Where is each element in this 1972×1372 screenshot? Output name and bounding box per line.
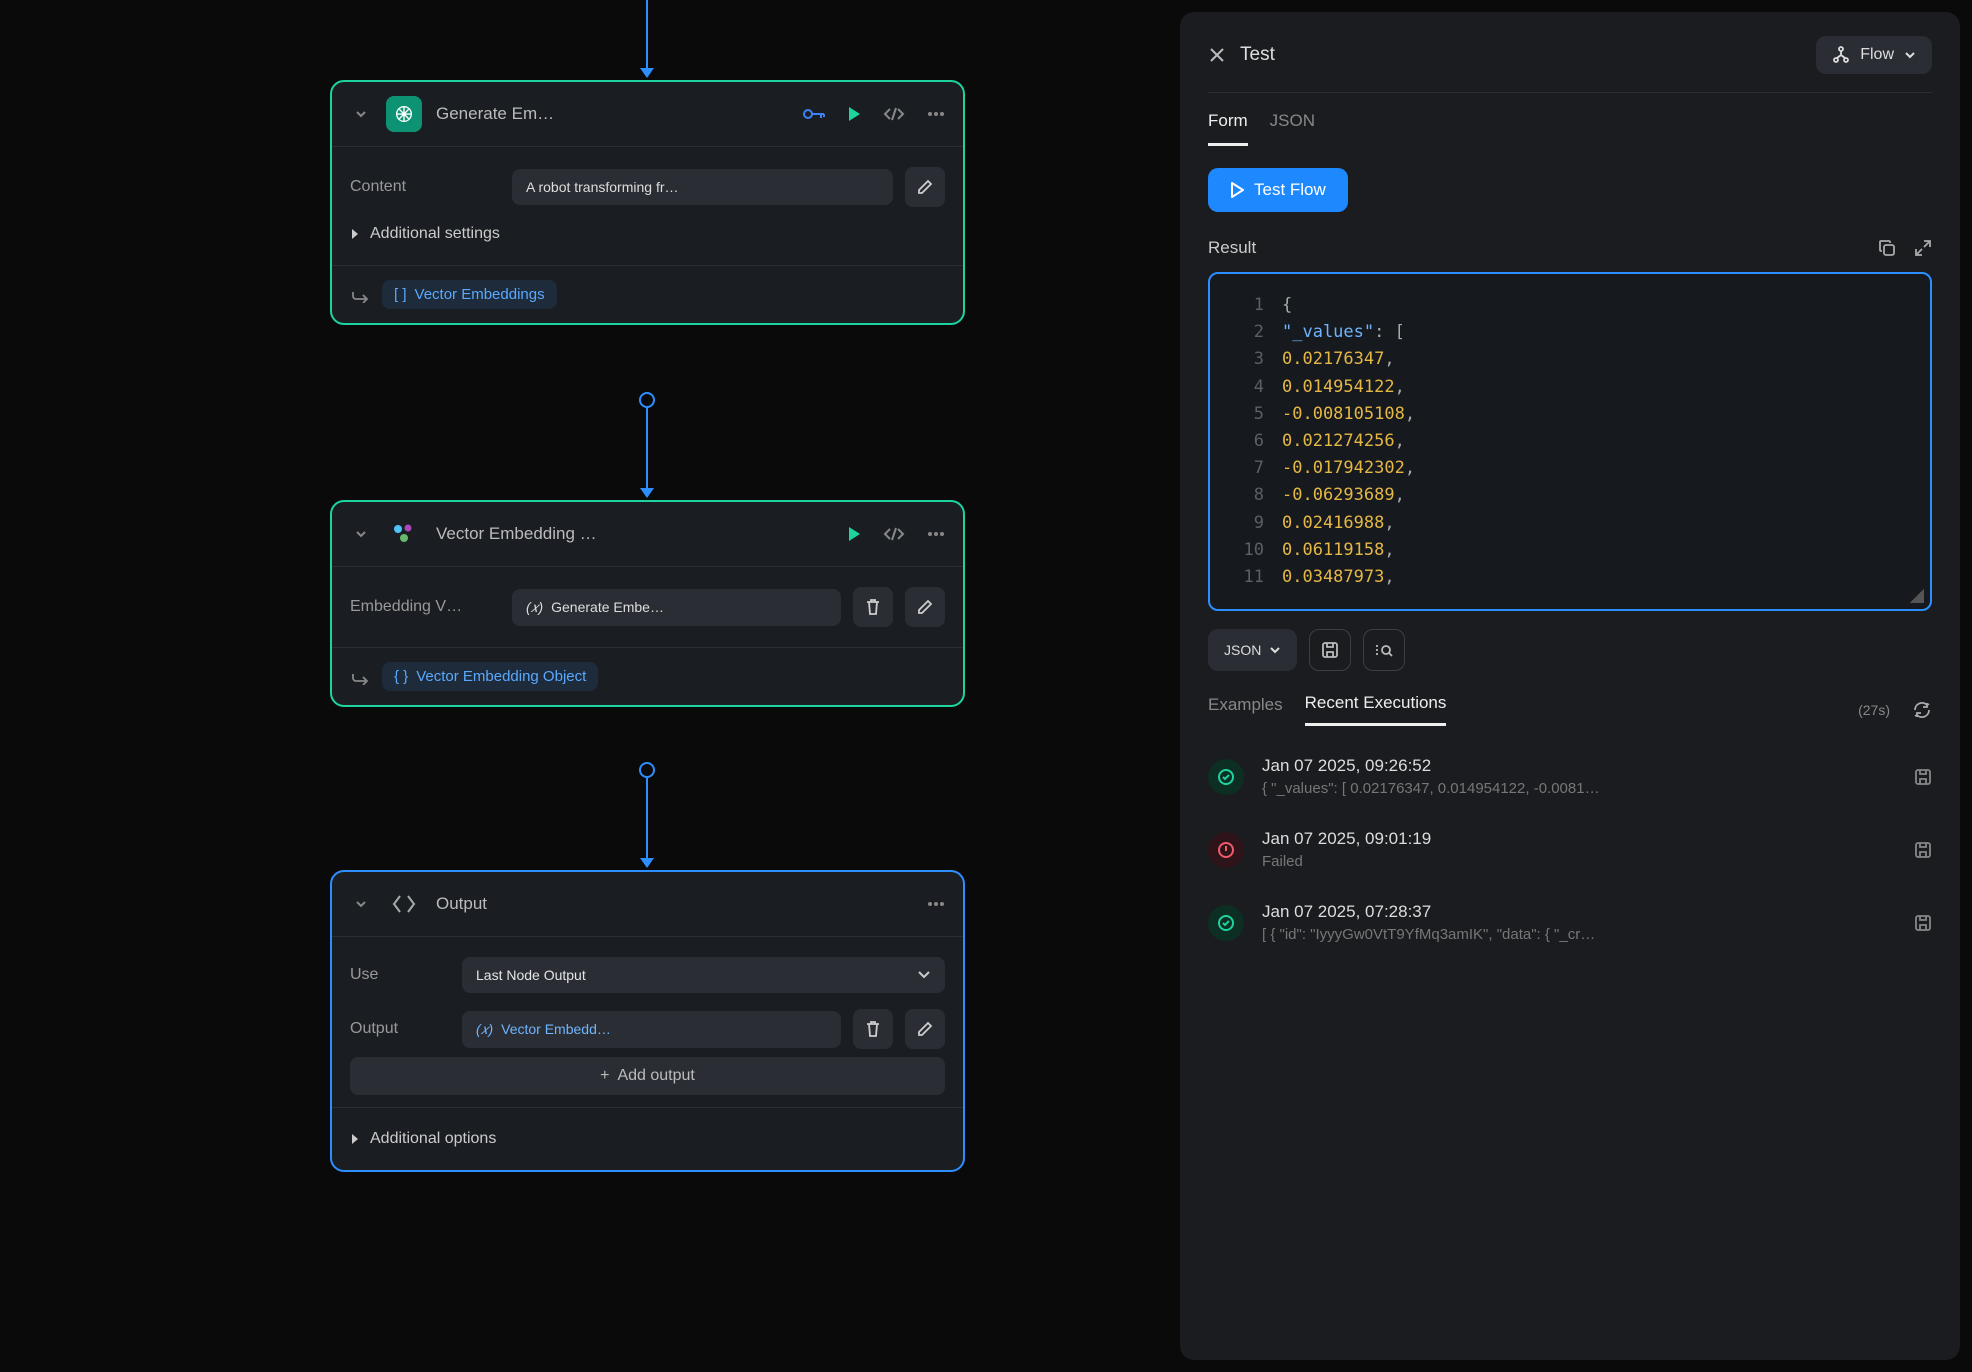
use-select[interactable]: Last Node Output: [462, 957, 945, 993]
output-badge[interactable]: [ ] Vector Embeddings: [382, 280, 557, 309]
edge: [646, 0, 648, 70]
subtab-examples[interactable]: Examples: [1208, 695, 1283, 725]
node-vector-embedding[interactable]: Vector Embedding … Embedding V… (𝑥) Gene…: [330, 500, 965, 707]
execution-item[interactable]: Jan 07 2025, 07:28:37 [ { "id": "IyyyGw0V…: [1208, 886, 1932, 959]
execution-preview: [ { "id": "IyyyGw0VtT9YfMq3amIK", "data"…: [1262, 926, 1896, 943]
caret-down-icon[interactable]: [350, 523, 372, 545]
node-generate-embeddings[interactable]: Generate Em… Content A robot transfor: [330, 80, 965, 325]
save-icon[interactable]: [1914, 768, 1932, 786]
chevron-down-icon: [1904, 50, 1916, 60]
execution-item[interactable]: Jan 07 2025, 09:01:19 Failed: [1208, 813, 1932, 886]
test-flow-button[interactable]: Test Flow: [1208, 168, 1348, 212]
return-icon: [350, 287, 370, 303]
more-icon[interactable]: [927, 111, 945, 117]
execution-preview: Failed: [1262, 853, 1896, 870]
search-code-icon[interactable]: [1363, 629, 1405, 671]
node-title: Vector Embedding …: [436, 524, 833, 544]
panel-title: Test: [1240, 44, 1275, 66]
node-output[interactable]: Output Use Last Node Output Output (𝑥) V…: [330, 870, 965, 1172]
age-label: (27s): [1858, 702, 1890, 718]
add-output-button[interactable]: +Add output: [350, 1057, 945, 1095]
caret-down-icon[interactable]: [350, 103, 372, 125]
edit-icon[interactable]: [905, 167, 945, 207]
output-handle[interactable]: [639, 762, 655, 778]
subtab-recent[interactable]: Recent Executions: [1305, 693, 1447, 726]
node-title: Output: [436, 894, 913, 914]
param-label: Embedding V…: [350, 598, 500, 616]
panel-tabs: Form JSON: [1208, 111, 1932, 146]
chevron-down-icon: [1269, 645, 1281, 655]
key-icon[interactable]: [803, 107, 825, 121]
output-handle[interactable]: [639, 392, 655, 408]
execution-item[interactable]: Jan 07 2025, 09:26:52 { "_values": [ 0.02…: [1208, 740, 1932, 813]
node-title: Generate Em…: [436, 104, 789, 124]
close-icon[interactable]: [1208, 46, 1226, 64]
refresh-icon[interactable]: [1912, 700, 1932, 720]
result-code[interactable]: 1{2 "_values": [3 0.02176347,4 0.0149541…: [1208, 272, 1932, 611]
tab-json[interactable]: JSON: [1270, 111, 1315, 146]
edge: [646, 408, 648, 490]
content-value[interactable]: A robot transforming fr…: [512, 169, 893, 205]
format-dropdown[interactable]: JSON: [1208, 629, 1297, 671]
play-icon: [1230, 182, 1244, 198]
test-panel: Test Flow Form JSON Test Flow Result 1{2…: [1180, 12, 1960, 1360]
edge: [646, 778, 648, 860]
more-icon[interactable]: [927, 531, 945, 537]
status-ok-icon: [1208, 905, 1244, 941]
weaviate-icon: [386, 516, 422, 552]
save-icon[interactable]: [1914, 914, 1932, 932]
output-badge[interactable]: { } Vector Embedding Object: [382, 662, 598, 691]
play-icon[interactable]: [847, 106, 861, 122]
edit-icon[interactable]: [905, 1009, 945, 1049]
delete-icon[interactable]: [853, 587, 893, 627]
additional-options-toggle[interactable]: Additional options: [350, 1120, 945, 1158]
save-icon[interactable]: [1309, 629, 1351, 671]
execution-list: Jan 07 2025, 09:26:52 { "_values": [ 0.02…: [1208, 740, 1932, 959]
status-fail-icon: [1208, 832, 1244, 868]
edit-icon[interactable]: [905, 587, 945, 627]
code-icon[interactable]: [883, 527, 905, 541]
output-icon: [386, 886, 422, 922]
return-icon: [350, 669, 370, 685]
code-icon[interactable]: [883, 107, 905, 121]
additional-settings-toggle[interactable]: Additional settings: [350, 215, 945, 253]
execution-timestamp: Jan 07 2025, 09:26:52: [1262, 756, 1896, 776]
execution-preview: { "_values": [ 0.02176347, 0.014954122, …: [1262, 780, 1896, 797]
save-icon[interactable]: [1914, 841, 1932, 859]
execution-timestamp: Jan 07 2025, 09:01:19: [1262, 829, 1896, 849]
openai-icon: [386, 96, 422, 132]
play-icon[interactable]: [847, 526, 861, 542]
flow-icon: [1832, 46, 1850, 64]
param-label: Content: [350, 178, 500, 196]
param-label: Output: [350, 1020, 450, 1038]
param-value[interactable]: (𝑥) Generate Embe…: [512, 589, 841, 626]
status-ok-icon: [1208, 759, 1244, 795]
copy-icon[interactable]: [1878, 239, 1896, 257]
more-icon[interactable]: [927, 901, 945, 907]
tab-form[interactable]: Form: [1208, 111, 1248, 146]
flow-dropdown[interactable]: Flow: [1816, 36, 1932, 74]
output-value[interactable]: (𝑥) Vector Embedd…: [462, 1011, 841, 1048]
caret-down-icon[interactable]: [350, 893, 372, 915]
result-label: Result: [1208, 238, 1256, 258]
execution-timestamp: Jan 07 2025, 07:28:37: [1262, 902, 1896, 922]
delete-icon[interactable]: [853, 1009, 893, 1049]
expand-icon[interactable]: [1914, 239, 1932, 257]
flow-canvas[interactable]: Generate Em… Content A robot transfor: [0, 0, 1160, 1372]
param-label: Use: [350, 966, 450, 984]
